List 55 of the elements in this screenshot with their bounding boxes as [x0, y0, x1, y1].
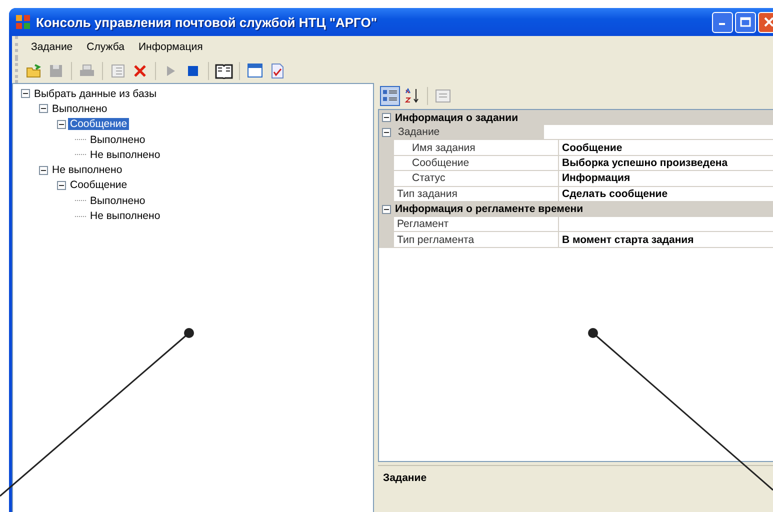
minimize-button[interactable] [712, 12, 733, 32]
collapse-icon[interactable] [39, 104, 48, 114]
property-name: Задание [397, 126, 440, 138]
tree-item[interactable]: Выполнено [50, 102, 110, 115]
menu-item[interactable]: Служба [80, 39, 132, 55]
description-title: Задание [383, 472, 427, 484]
maximize-button[interactable] [735, 12, 756, 32]
property-value[interactable]: Сообщение [558, 140, 773, 156]
collapse-icon[interactable] [39, 166, 48, 175]
tree-item[interactable]: Не выполнено [88, 148, 162, 161]
save-icon [49, 64, 63, 78]
tree-item[interactable]: Сообщение [68, 179, 130, 192]
collapse-icon[interactable] [57, 180, 66, 190]
collapse-icon[interactable] [57, 120, 66, 129]
collapse-icon[interactable] [382, 128, 391, 137]
menu-item[interactable]: Задание [24, 39, 80, 55]
property-value[interactable]: В момент старта задания [558, 232, 773, 248]
collapse-icon[interactable] [382, 113, 391, 122]
close-icon [764, 17, 773, 27]
list-icon [111, 64, 125, 78]
menu-item[interactable]: Информация [132, 39, 210, 55]
play-icon [166, 64, 176, 76]
tree-item[interactable]: Не выполнено [88, 210, 162, 222]
tree-item[interactable]: Выполнено [88, 134, 148, 146]
collapse-icon[interactable] [21, 89, 30, 98]
category-header: Информация о регламенте времени [395, 203, 584, 216]
categorized-icon [382, 88, 398, 104]
checked-document-icon [270, 62, 284, 78]
tree-item[interactable]: Не выполнено [50, 164, 124, 176]
property-name: Тип задания [396, 188, 458, 200]
book-icon [215, 62, 233, 78]
property-pages-icon [435, 89, 451, 103]
sort-icon [404, 88, 420, 104]
close-button[interactable] [758, 12, 773, 32]
tree-item[interactable]: Выполнено [88, 194, 148, 207]
property-name: Статус [411, 172, 446, 184]
tree-item[interactable]: Сообщение [68, 118, 130, 130]
calendar-icon [247, 63, 263, 78]
delete-icon [133, 64, 147, 78]
tree-item[interactable]: Выбрать данные из базы [32, 88, 159, 100]
property-name: Регламент [396, 218, 449, 230]
property-name: Имя задания [411, 142, 476, 154]
property-name: Сообщение [411, 156, 470, 169]
stop-icon [187, 64, 199, 76]
printer-icon [79, 64, 95, 78]
category-header: Информация о задании [395, 112, 518, 124]
property-value[interactable]: Информация [558, 171, 773, 187]
window-title: Консоль управления почтовой службой НТЦ "АРГО" [36, 14, 378, 30]
app-icon [15, 14, 31, 30]
property-value[interactable]: Выборка успешно произведена [558, 156, 773, 172]
maximize-icon [740, 17, 751, 27]
property-name: Тип регламента [396, 234, 474, 246]
folder-icon [26, 64, 42, 78]
property-value[interactable]: Сделать сообщение [558, 186, 773, 202]
collapse-icon[interactable] [382, 204, 391, 214]
